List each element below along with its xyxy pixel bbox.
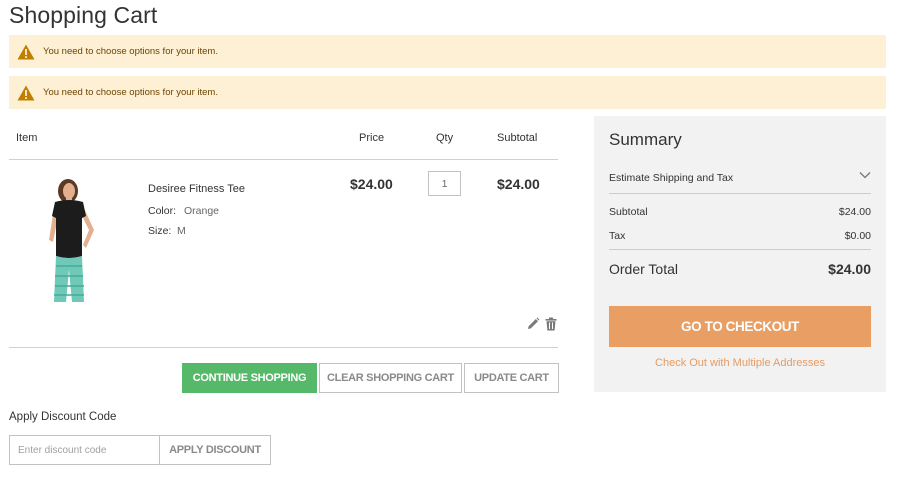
item-subtotal: $24.00 <box>497 176 540 192</box>
column-header-subtotal: Subtotal <box>497 132 538 144</box>
order-total-value: $24.00 <box>828 261 871 277</box>
option-value-color: Orange <box>184 205 220 217</box>
divider <box>9 159 558 160</box>
item-price: $24.00 <box>350 176 393 192</box>
column-header-price: Price <box>359 132 385 144</box>
warning-message-text: You need to choose options for your item… <box>43 46 218 57</box>
tax-label: Tax <box>609 230 626 242</box>
warning-message: You need to choose options for your item… <box>9 76 886 109</box>
pencil-icon[interactable] <box>526 317 540 331</box>
go-to-checkout-button[interactable]: GO TO CHECKOUT <box>609 306 871 347</box>
chevron-down-icon[interactable] <box>859 170 871 180</box>
multiple-addresses-link[interactable]: Check Out with Multiple Addresses <box>594 357 886 369</box>
discount-code-input[interactable]: Enter discount code <box>9 435 160 465</box>
product-image[interactable] <box>44 178 106 304</box>
product-name-link[interactable]: Desiree Fitness Tee <box>148 183 245 195</box>
warning-icon <box>17 85 35 100</box>
column-header-qty: Qty <box>436 132 454 144</box>
update-cart-button[interactable]: UPDATE CART <box>464 363 559 393</box>
column-header-item: Item <box>16 132 38 144</box>
divider <box>9 347 558 348</box>
order-summary-panel: Summary Estimate Shipping and Tax Subtot… <box>594 116 886 392</box>
warning-message-text: You need to choose options for your item… <box>43 87 218 98</box>
discount-title[interactable]: Apply Discount Code <box>9 411 116 423</box>
qty-input[interactable]: 1 <box>428 171 461 196</box>
divider <box>609 193 871 194</box>
apply-discount-button[interactable]: APPLY DISCOUNT <box>159 435 271 465</box>
page-title: Shopping Cart <box>9 2 158 28</box>
divider <box>609 249 871 250</box>
trash-icon[interactable] <box>544 317 558 331</box>
summary-title: Summary <box>609 130 682 149</box>
warning-message: You need to choose options for your item… <box>9 35 886 68</box>
estimate-shipping-toggle[interactable]: Estimate Shipping and Tax <box>609 172 733 184</box>
subtotal-value: $24.00 <box>838 206 871 218</box>
subtotal-label: Subtotal <box>609 206 648 218</box>
order-total-label: Order Total <box>609 261 678 277</box>
option-value-size: M <box>177 225 186 237</box>
option-label-color: Color: <box>148 205 177 217</box>
tax-value: $0.00 <box>844 230 871 242</box>
option-label-size: Size: <box>148 225 172 237</box>
clear-shopping-cart-button[interactable]: CLEAR SHOPPING CART <box>319 363 462 393</box>
continue-shopping-button[interactable]: CONTINUE SHOPPING <box>182 363 317 393</box>
warning-icon <box>17 44 35 59</box>
